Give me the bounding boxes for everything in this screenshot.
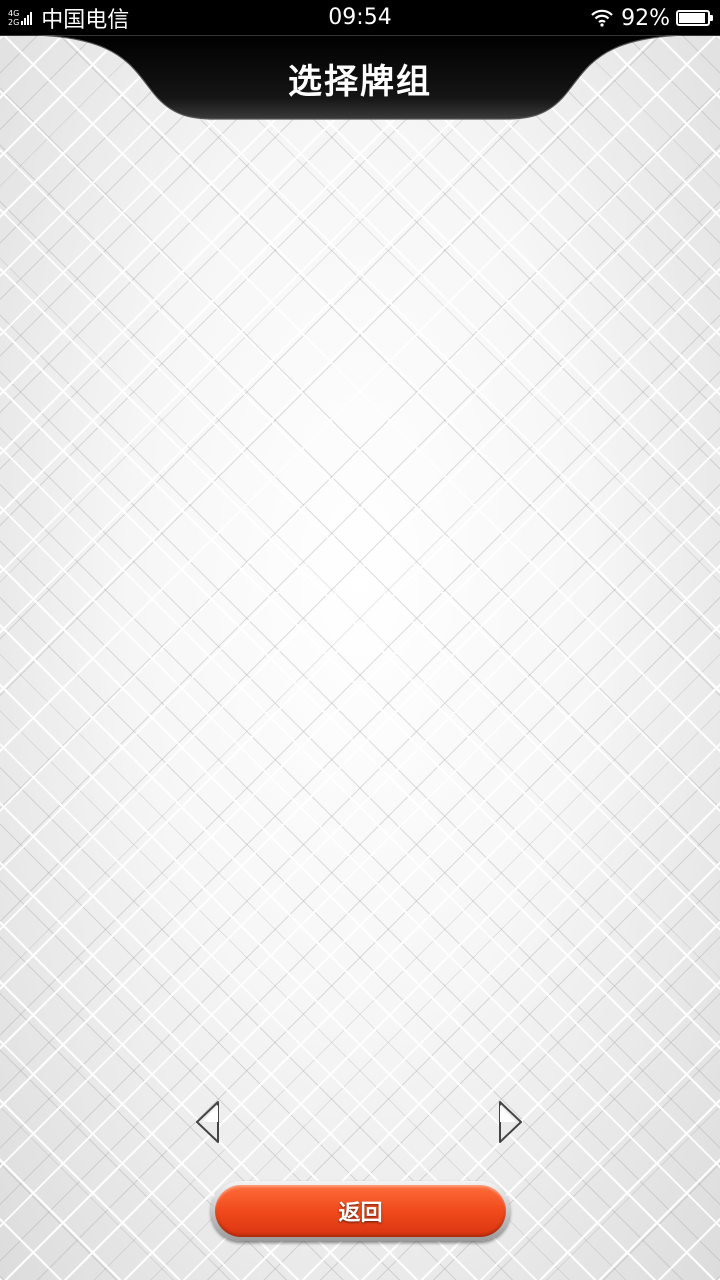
arrow-left-icon[interactable] — [194, 1100, 222, 1144]
wifi-icon — [591, 9, 613, 27]
page-title: 选择牌组 — [288, 62, 432, 102]
battery-icon — [676, 10, 713, 26]
battery-percentage: 92% — [621, 5, 670, 31]
quilted-background — [0, 0, 720, 1280]
arrow-right-icon[interactable] — [496, 1100, 524, 1144]
status-bar: 4G 2G 中国电信 09:54 92% — [0, 0, 720, 36]
back-button-label: 返回 — [215, 1185, 506, 1237]
battery-level-fill — [679, 13, 705, 23]
back-button[interactable]: 返回 — [211, 1181, 510, 1241]
